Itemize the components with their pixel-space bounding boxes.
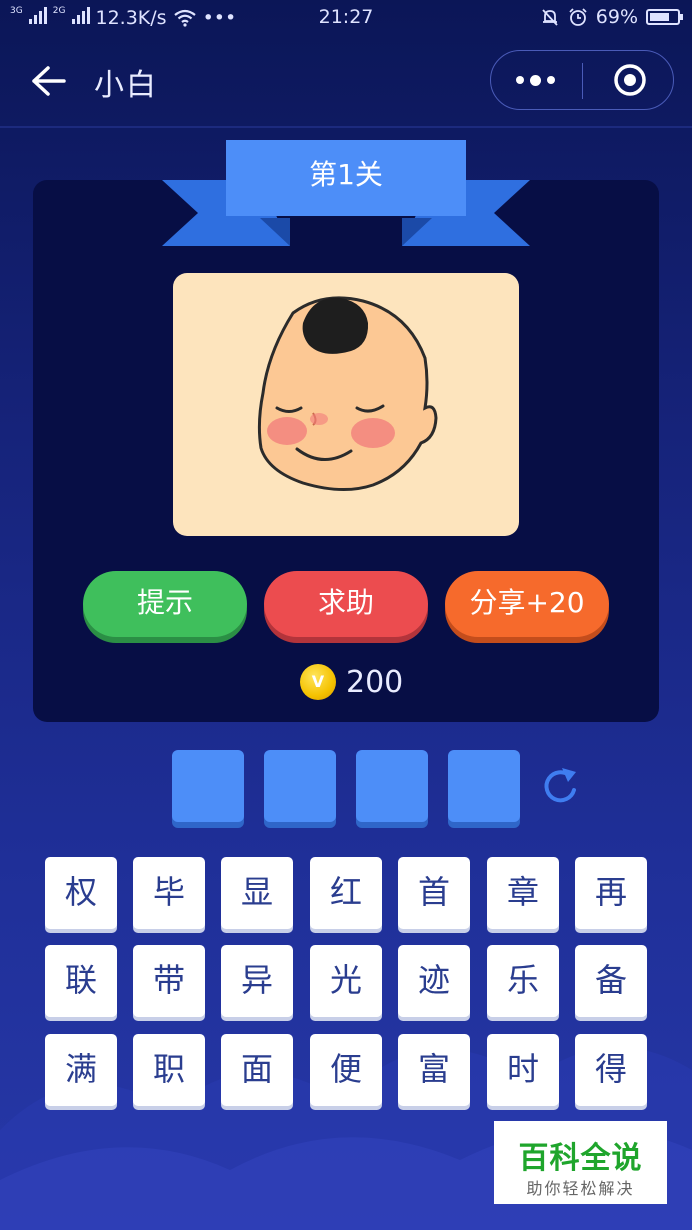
- baby-face-illustration: [257, 296, 438, 492]
- char-key[interactable]: 联: [45, 945, 117, 1017]
- watermark-subtitle: 助你轻松解决: [526, 1179, 635, 1198]
- answer-slot-2[interactable]: [264, 750, 336, 822]
- char-key[interactable]: 毕: [133, 857, 205, 929]
- answer-slot-1[interactable]: [172, 750, 244, 822]
- watermark-title: 百科全说: [518, 1141, 643, 1176]
- alarm-clock-icon: [569, 8, 587, 26]
- char-key[interactable]: 便: [310, 1034, 382, 1106]
- nav-title: 小白: [94, 68, 158, 103]
- capsule-divider: [582, 63, 583, 99]
- nav-bar: 小白: [0, 34, 692, 128]
- hint-button[interactable]: 提示: [83, 571, 247, 637]
- char-key[interactable]: 红: [310, 857, 382, 929]
- mini-program-capsule: [490, 50, 674, 110]
- puzzle-image: [173, 273, 519, 536]
- coin-balance: V 200: [300, 662, 403, 702]
- char-key[interactable]: 章: [487, 857, 559, 929]
- char-key[interactable]: 富: [398, 1034, 470, 1106]
- char-key[interactable]: 面: [221, 1034, 293, 1106]
- char-key[interactable]: 满: [45, 1034, 117, 1106]
- watermark-logo: 百科全说 助你轻松解决: [494, 1121, 667, 1204]
- char-key[interactable]: 光: [310, 945, 382, 1017]
- char-key[interactable]: 乐: [487, 945, 559, 1017]
- char-key[interactable]: 备: [575, 945, 647, 1017]
- share-button[interactable]: 分享+20: [445, 571, 609, 637]
- refresh-icon[interactable]: [540, 764, 580, 808]
- status-bar: 3G 2G 12.3K/s ••• 21:27 69%: [0, 0, 692, 34]
- char-key[interactable]: 带: [133, 945, 205, 1017]
- char-key[interactable]: 首: [398, 857, 470, 929]
- battery-percent: 69%: [595, 6, 638, 28]
- mute-bell-icon: [542, 9, 558, 26]
- char-key[interactable]: 再: [575, 857, 647, 929]
- char-key[interactable]: 得: [575, 1034, 647, 1106]
- answer-slot-4[interactable]: [448, 750, 520, 822]
- coin-icon: V: [300, 664, 336, 700]
- battery-icon: [646, 9, 683, 25]
- close-mini-program-icon[interactable]: [613, 63, 647, 97]
- help-button[interactable]: 求助: [264, 571, 428, 637]
- char-key[interactable]: 异: [221, 945, 293, 1017]
- answer-slot-3[interactable]: [356, 750, 428, 822]
- level-label: 第1关: [309, 158, 383, 191]
- back-arrow-icon[interactable]: [28, 64, 68, 98]
- char-key[interactable]: 权: [45, 857, 117, 929]
- coin-count: 200: [346, 664, 404, 700]
- more-options-icon[interactable]: [516, 70, 556, 90]
- char-key[interactable]: 显: [221, 857, 293, 929]
- char-key[interactable]: 迹: [398, 945, 470, 1017]
- char-key[interactable]: 职: [133, 1034, 205, 1106]
- char-key[interactable]: 时: [487, 1034, 559, 1106]
